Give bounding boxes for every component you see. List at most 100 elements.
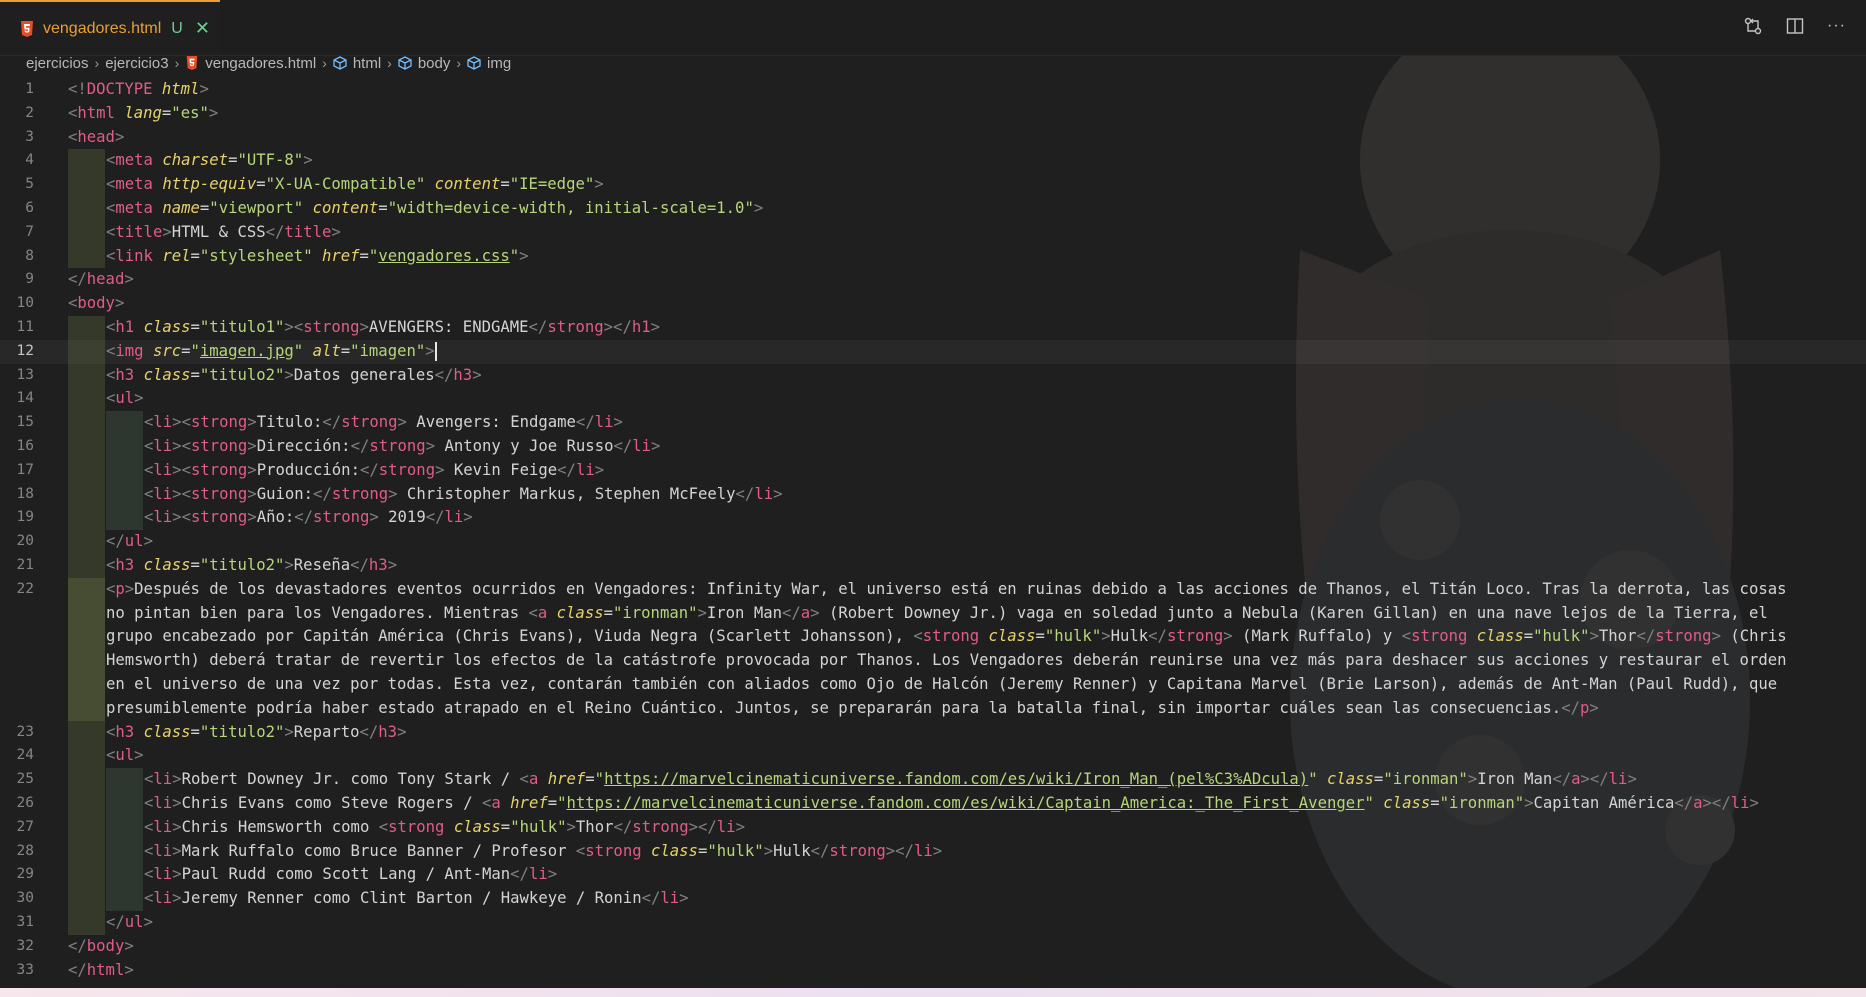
tab-vengadores-html[interactable]: vengadores.html U ✕: [0, 0, 220, 55]
code-line-10[interactable]: 10 <body>: [0, 292, 1866, 316]
split-editor-icon[interactable]: [1785, 16, 1805, 36]
html5-file-icon: [21, 20, 33, 37]
code-line-17[interactable]: 17 <li><strong>Producción:</strong> Kevin…: [0, 458, 1866, 483]
code-line-12[interactable]: 12 <img src="imagen.jpg" alt="imagen">: [0, 339, 1866, 364]
code-line-26[interactable]: 26 <li>Chris Evans como Steve Rogers / <a…: [0, 791, 1866, 816]
breadcrumb: ejercicios › ejercicio3 › vengadores.htm…: [26, 52, 511, 74]
indent-guide: [106, 768, 143, 792]
code-text: <head>: [68, 127, 125, 146]
untracked-status-badge: U: [171, 19, 183, 37]
code-line-30[interactable]: 30 <li>Jeremy Renner como Clint Barton / …: [0, 887, 1866, 911]
editor-tab-bar: vengadores.html U ✕ ···: [0, 0, 1866, 56]
indent-guide: [68, 839, 105, 864]
code-line-11[interactable]: 11 <h1 class="titulo1"><strong>AVENGERS: …: [0, 315, 1866, 340]
breadcrumb-folder-ejercicio3[interactable]: ejercicio3: [105, 55, 168, 72]
code-line-6[interactable]: 6 <meta name="viewport" content="width=de…: [0, 196, 1866, 221]
indent-guide: [68, 863, 105, 888]
indent-guide: [106, 411, 143, 435]
line-number: 3: [25, 128, 34, 145]
code-line-15[interactable]: 15 <li><strong>Titulo:</strong> Avengers:…: [0, 411, 1866, 435]
line-number: 17: [16, 461, 34, 478]
wrapped-segment: grupo encabezado por Capitán América (Ch…: [106, 627, 1787, 646]
indent-guide: [68, 411, 105, 435]
code-line-27[interactable]: 27 <li>Chris Hemsworth como <strong class…: [0, 815, 1866, 840]
code-line-31[interactable]: 31 </ul>: [0, 910, 1866, 935]
code-text: <li><strong>Año:</strong> 2019</li>: [144, 508, 473, 527]
line-number: 1: [25, 81, 34, 97]
line-number: 27: [16, 818, 34, 835]
code-editor[interactable]: 1 <!DOCTYPE html> 2 <html lang="es"> 3 <head>…: [0, 78, 1866, 984]
code-line-14[interactable]: 14 <ul>: [0, 387, 1866, 412]
code-line-1[interactable]: 1 <!DOCTYPE html>: [0, 78, 1866, 102]
code-line-3[interactable]: 3 <head>: [0, 126, 1866, 150]
indent-guide: [68, 768, 105, 792]
wrapped-segment: no pintan bien para los Vengadores. Mien…: [106, 603, 1768, 622]
line-number: 20: [16, 533, 34, 550]
indent-guide: [68, 791, 105, 816]
breadcrumb-symbol-img[interactable]: img: [487, 55, 511, 72]
code-line-23[interactable]: 23 <h3 class="titulo2">Reparto</h3>: [0, 720, 1866, 745]
line-number: 10: [16, 295, 34, 312]
indent-guide: [68, 577, 105, 721]
indent-guide: [68, 530, 105, 554]
breadcrumb-symbol-html[interactable]: html: [353, 55, 381, 72]
code-line-28[interactable]: 28 <li>Mark Ruffalo como Bruce Banner / P…: [0, 839, 1866, 864]
breadcrumb-symbol-body[interactable]: body: [418, 55, 451, 72]
chevron-right-icon: ›: [387, 55, 392, 71]
code-line-7[interactable]: 7 <title>HTML & CSS</title>: [0, 220, 1866, 245]
code-line-25[interactable]: 25 <li>Robert Downey Jr. como Tony Stark …: [0, 768, 1866, 792]
line-number: 15: [16, 414, 34, 431]
line-number: 5: [25, 176, 34, 193]
code-line-18[interactable]: 18 <li><strong>Guion:</strong> Christophe…: [0, 482, 1866, 507]
indent-guide: [106, 434, 143, 459]
indent-guide: [106, 458, 143, 483]
code-text: <meta http-equiv="X-UA-Compatible" conte…: [106, 175, 604, 194]
indent-guide: [68, 720, 105, 745]
line-number: 19: [16, 509, 34, 526]
code-line-5[interactable]: 5 <meta http-equiv="X-UA-Compatible" cont…: [0, 173, 1866, 197]
code-line-2[interactable]: 2 <html lang="es">: [0, 102, 1866, 126]
code-text: <li>Paul Rudd como Scott Lang / Ant-Man<…: [144, 865, 558, 884]
indent-guide: [68, 220, 105, 245]
indent-guide: [106, 506, 143, 531]
code-line-4[interactable]: 4 <meta charset="UTF-8">: [0, 149, 1866, 174]
indent-guide: [106, 887, 143, 911]
indent-guide: [68, 244, 105, 269]
line-number: 33: [16, 961, 34, 978]
line-number: 8: [25, 247, 34, 264]
code-text: </body>: [68, 936, 134, 955]
code-line-9[interactable]: 9 </head>: [0, 268, 1866, 292]
more-actions-icon[interactable]: ···: [1827, 16, 1846, 36]
breadcrumb-file[interactable]: vengadores.html: [205, 55, 316, 72]
wrapped-segment: presumiblemente podría haber estado atra…: [106, 698, 1599, 717]
breadcrumb-folder-ejercicios[interactable]: ejercicios: [26, 55, 89, 72]
line-number: 16: [16, 437, 34, 454]
indent-guide: [68, 434, 105, 459]
code-line-8[interactable]: 8 <link rel="stylesheet" href="vengadores…: [0, 244, 1866, 269]
code-line-20[interactable]: 20 </ul>: [0, 530, 1866, 554]
indent-guide: [68, 482, 105, 507]
panel-edge: [0, 988, 1866, 997]
indent-guide: [68, 553, 105, 578]
code-line-22[interactable]: 22 <p>Después de los devastadores eventos…: [0, 577, 1866, 721]
code-line-24[interactable]: 24 <ul>: [0, 744, 1866, 769]
code-line-21[interactable]: 21 <h3 class="titulo2">Reseña</h3>: [0, 553, 1866, 578]
code-text: <!DOCTYPE html>: [68, 80, 209, 98]
chevron-right-icon: ›: [174, 55, 180, 71]
code-line-19[interactable]: 19 <li><strong>Año:</strong> 2019</li>: [0, 506, 1866, 531]
code-line-13[interactable]: 13 <h3 class="titulo2">Datos generales</h…: [0, 363, 1866, 388]
code-line-16[interactable]: 16 <li><strong>Dirección:</strong> Antony…: [0, 434, 1866, 459]
indent-guide: [68, 744, 105, 769]
code-line-29[interactable]: 29 <li>Paul Rudd como Scott Lang / Ant-Ma…: [0, 863, 1866, 888]
line-number: 7: [25, 223, 34, 240]
editor-actions: ···: [1743, 16, 1846, 36]
source-control-compare-icon[interactable]: [1743, 16, 1763, 36]
symbol-element-icon: [398, 56, 412, 70]
wrapped-segment: <p>Después de los devastadores eventos o…: [106, 579, 1787, 598]
code-text: </ul>: [106, 912, 153, 931]
code-line-33[interactable]: 33 </html>: [0, 959, 1866, 983]
close-tab-icon[interactable]: ✕: [195, 18, 210, 39]
line-number: 6: [25, 199, 34, 216]
code-line-32[interactable]: 32 </body>: [0, 935, 1866, 959]
code-text: <li>Mark Ruffalo como Bruce Banner / Pro…: [144, 841, 943, 860]
